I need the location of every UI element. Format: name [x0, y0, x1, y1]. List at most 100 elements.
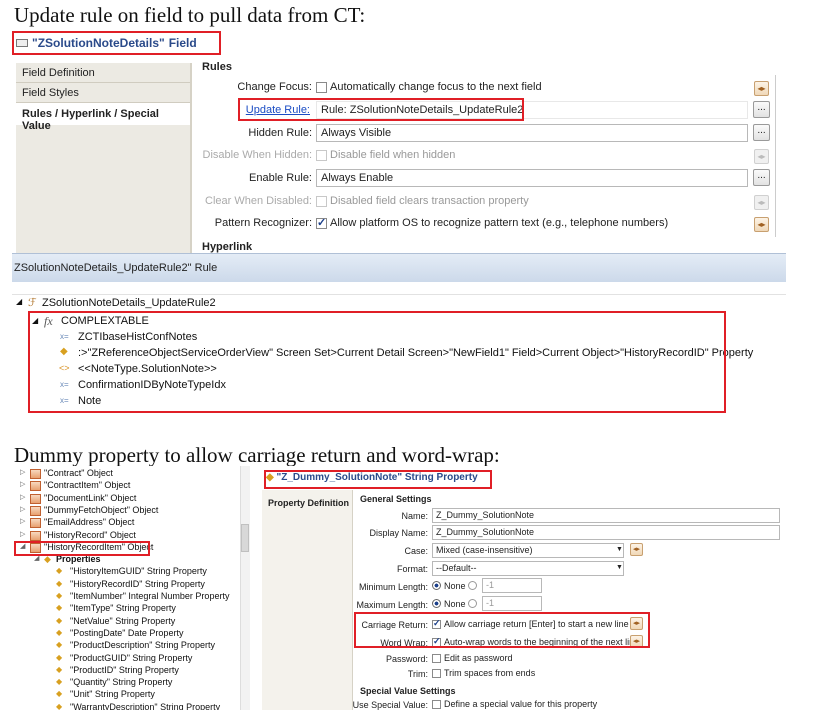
minlen-none-radio[interactable] [432, 581, 441, 590]
tree-property-item[interactable]: ◆ "Unit" String Property [12, 689, 232, 701]
tab-field-definition[interactable]: Field Definition [16, 63, 190, 83]
tree-property-item[interactable]: ◆ "HistoryItemGUID" String Property [12, 566, 232, 578]
password-label: Password: [385, 654, 428, 664]
name-field[interactable]: Z_Dummy_SolutionNote [432, 508, 780, 523]
use-special-value-text: Define a special value for this property [444, 699, 598, 709]
clear-when-disabled-checkbox[interactable] [316, 196, 327, 207]
object-tree-panel: ▷ "Contract" Object ▷ "ContractItem" Object… [12, 466, 250, 710]
tree-property-item[interactable]: ◆ "HistoryRecordID" String Property [12, 579, 232, 591]
tree-object-item[interactable]: ▷ "EmailAddress" Object [12, 517, 232, 529]
tree-object-item[interactable]: ▷ "DummyFetchObject" Object [12, 505, 232, 517]
tree-object-item[interactable]: ▷ "DocumentLink" Object [12, 493, 232, 505]
tab-field-styles[interactable]: Field Styles [16, 83, 190, 103]
tree-property-item[interactable]: ◆ "WarrantyDescription" String Property [12, 702, 232, 710]
tree-scrollbar-thumb[interactable] [241, 524, 249, 552]
tree-object-item[interactable]: ▷ "HistoryRecord" Object [12, 530, 232, 542]
hidden-rule-label: Hidden Rule: [248, 127, 312, 139]
object-icon [30, 493, 41, 504]
disable-when-hidden-arrow-icon[interactable]: ◂▸ [754, 149, 769, 164]
field-editor-panel: "ZSolutionNoteDetails" Field Field Defin… [12, 31, 786, 253]
tree-object-label: "DocumentLink" Object [44, 492, 137, 503]
tree-expander-icon[interactable]: ▷ [20, 468, 25, 476]
case-arrow-icon[interactable]: ◂▸ [630, 543, 643, 556]
password-text: Edit as password [444, 653, 513, 663]
tree-property-item[interactable]: ◆ "ProductID" String Property [12, 665, 232, 677]
enable-rule-field[interactable]: Always Enable [316, 169, 748, 187]
general-settings-title: General Settings [360, 494, 432, 504]
trim-checkbox[interactable] [432, 669, 441, 678]
tree-expander-icon[interactable]: ▷ [20, 493, 25, 501]
hyperlink-section-title: Hyperlink [202, 241, 253, 253]
tree-property-item[interactable]: ◆ "ItemType" String Property [12, 603, 232, 615]
use-special-value-checkbox[interactable] [432, 700, 441, 709]
property-icon: ◆ [56, 664, 63, 674]
maxlen-value-radio[interactable] [468, 599, 477, 608]
pattern-recognizer-arrow-icon[interactable]: ◂▸ [754, 217, 769, 232]
tree-property-item[interactable]: ◆ "NetValue" String Property [12, 616, 232, 628]
rule-root-name[interactable]: ZSolutionNoteDetails_UpdateRule2 [42, 297, 216, 309]
minlen-value-field[interactable]: -1 [482, 578, 542, 593]
heading-update-rule: Update rule on field to pull data from C… [14, 3, 366, 27]
property-icon: ◆ [56, 640, 63, 650]
change-focus-arrow-icon[interactable]: ◂▸ [754, 81, 769, 96]
disable-when-hidden-label: Disable When Hidden: [202, 149, 312, 161]
tab-rules-hyperlink[interactable]: Rules / Hyperlink / Special Value [16, 103, 196, 132]
hidden-rule-field[interactable]: Always Visible [316, 124, 748, 142]
hidden-rule-browse-button[interactable]: ... [753, 124, 770, 141]
tree-property-label: "NetValue" String Property [70, 615, 176, 626]
enable-rule-browse-button[interactable]: ... [753, 169, 770, 186]
clear-when-disabled-arrow-icon[interactable]: ◂▸ [754, 195, 769, 210]
tree-object-label: "ContractItem" Object [44, 480, 131, 491]
change-focus-checkbox[interactable] [316, 82, 327, 93]
case-select[interactable]: Mixed (case-insensitive) [432, 543, 624, 558]
property-icon: ◆ [56, 578, 63, 588]
tree-expander-icon[interactable]: ▷ [20, 530, 25, 538]
maximum-length-label: Maximum Length: [356, 600, 428, 610]
tree-property-item[interactable]: ◆ "Quantity" String Property [12, 677, 232, 689]
tree-property-label: "ItemNumber" Integral Number Property [70, 591, 230, 601]
password-checkbox[interactable] [432, 654, 441, 663]
property-icon: ◆ [56, 627, 63, 637]
heading-dummy-property: Dummy property to allow carriage return … [14, 443, 500, 467]
tree-object-item[interactable]: ▷ "Contract" Object [12, 468, 232, 480]
tree-object-label: "HistoryRecord" Object [44, 529, 136, 540]
display-name-field[interactable]: Z_Dummy_SolutionNote [432, 525, 780, 540]
rule-root-expander[interactable]: ◢ [16, 297, 22, 306]
tree-property-label: "ProductDescription" String Property [70, 640, 215, 651]
property-editor-panel: ◆ "Z_Dummy_SolutionNote" String Property… [258, 466, 790, 710]
pattern-recognizer-checkbox[interactable] [316, 216, 327, 229]
tab-property-definition[interactable]: Property Definition [268, 498, 349, 508]
disable-when-hidden-checkbox[interactable] [316, 150, 327, 161]
rule-root-icon: ℱ [28, 297, 37, 309]
update-rule-browse-button[interactable]: ... [753, 101, 770, 118]
maxlen-none-radio[interactable] [432, 599, 441, 608]
object-icon [30, 530, 41, 541]
rule-editor-titlebar: ZSolutionNoteDetails_UpdateRule2" Rule [12, 253, 786, 282]
special-value-settings-title: Special Value Settings [360, 686, 456, 696]
tree-expander-icon[interactable]: ▷ [20, 480, 25, 488]
format-dropdown-icon[interactable]: ▼ [616, 564, 623, 571]
property-icon: ◆ [56, 701, 63, 710]
tree-property-label: "PostingDate" Date Property [70, 627, 184, 638]
case-dropdown-icon[interactable]: ▼ [616, 546, 623, 553]
tree-property-item[interactable]: ◆ "ProductGUID" String Property [12, 653, 232, 665]
tree-property-item[interactable]: ◆ "ProductDescription" String Property [12, 640, 232, 652]
minlen-value-radio[interactable] [468, 581, 477, 590]
change-focus-label: Change Focus: [237, 81, 312, 93]
tree-expander-icon[interactable]: ▷ [20, 517, 25, 525]
tree-property-label: "Unit" String Property [70, 689, 155, 700]
tree-expander-icon[interactable]: ▷ [20, 505, 25, 513]
object-icon [30, 481, 41, 492]
format-select[interactable]: --Default-- [432, 561, 624, 576]
tree-property-item[interactable]: ◆ "ItemNumber" Integral Number Property [12, 591, 232, 603]
tab-list: Field Definition Field Styles Rules / Hy… [16, 63, 196, 253]
trim-label: Trim: [407, 669, 428, 679]
clear-when-disabled-text: Disabled field clears transaction proper… [330, 195, 529, 207]
tree-property-item[interactable]: ◆ "PostingDate" Date Property [12, 628, 232, 640]
tree-property-label: "ProductGUID" String Property [70, 652, 193, 663]
format-label: Format: [396, 564, 428, 574]
tree-object-label: "DummyFetchObject" Object [44, 504, 159, 515]
maxlen-value-field[interactable]: -1 [482, 596, 542, 611]
tree-object-item[interactable]: ▷ "ContractItem" Object [12, 480, 232, 492]
minimum-length-label: Minimum Length: [358, 582, 428, 592]
